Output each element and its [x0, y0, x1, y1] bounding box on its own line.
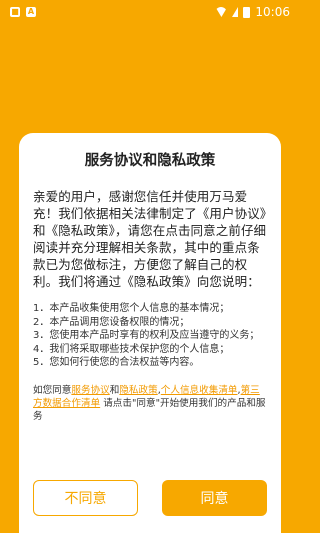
and-text: 和 — [109, 384, 120, 396]
privacy-items-list: 1．本产品收集使用您个人信息的基本情况； 2．本产品调用您设备权限的情况； 3．… — [33, 302, 267, 370]
agree-prefix: 如您同意 — [33, 384, 72, 396]
dialog-title: 服务协议和隐私政策 — [84, 153, 216, 169]
dialog-buttons: 不同意 同意 — [33, 480, 267, 516]
list-item: 4．我们将采取哪些技术保护您的个人信息； — [33, 343, 230, 355]
app-notification-icon: ■ — [10, 7, 20, 17]
agree-button[interactable]: 同意 — [162, 480, 267, 516]
list-item: 5．您如何行使您的合法权益等内容。 — [33, 357, 200, 368]
status-time: 10:06 — [255, 5, 290, 19]
disagree-button[interactable]: 不同意 — [33, 480, 138, 516]
service-agreement-link[interactable]: 服务协议 — [71, 385, 109, 396]
signal-icon — [232, 7, 239, 17]
personal-info-list-link[interactable]: 个人信息收集清单 — [161, 385, 238, 396]
a-notification-icon: A — [26, 7, 36, 17]
wifi-icon — [215, 7, 228, 17]
status-bar: ■ A 10:06 — [0, 0, 300, 24]
list-item: 2．本产品调用您设备权限的情况； — [33, 316, 190, 328]
list-item: 3．您使用本产品时享有的权利及应当遵守的义务； — [33, 330, 260, 341]
privacy-policy-link[interactable]: 隐私政策 — [119, 385, 157, 396]
battery-icon — [243, 6, 251, 18]
privacy-dialog: 服务协议和隐私政策 亲爱的用户，感谢您信任并使用万马爱充！我们依据相关法律制定了… — [19, 133, 281, 533]
agree-statement: 如您同意服务协议和隐私政策,个人信息收集清单,第三方数据合作清单 请点击"同意"… — [33, 384, 267, 423]
list-item: 1．本产品收集使用您个人信息的基本情况； — [33, 303, 230, 314]
dialog-intro: 亲爱的用户，感谢您信任并使用万马爱充！我们依据相关法律制定了《用户协议》和《隐私… — [33, 189, 267, 289]
